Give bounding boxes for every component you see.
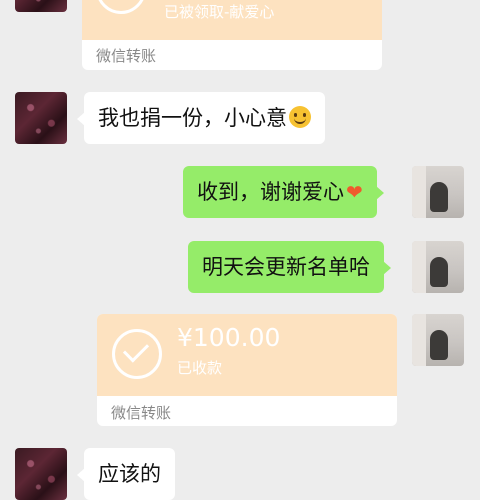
transfer-card[interactable]: 已被领取-献爱心 微信转账 — [82, 0, 382, 70]
message-bubble[interactable]: 收到，谢谢爱心 ❤ — [183, 166, 384, 218]
avatar-left[interactable] — [15, 448, 67, 500]
message-bubble[interactable]: 应该的 — [77, 448, 175, 500]
message-text: 我也捐一份，小心意 — [98, 106, 287, 130]
transfer-status: 已被领取-献爱心 — [164, 3, 275, 21]
avatar-right[interactable] — [412, 241, 464, 293]
message-text: 应该的 — [98, 462, 161, 486]
message-text: 明天会更新名单哈 — [202, 255, 370, 279]
heart-icon: ❤ — [346, 180, 363, 204]
check-icon — [96, 0, 146, 14]
avatar-right[interactable] — [412, 314, 464, 366]
transfer-amount: ¥100.00 — [177, 323, 281, 352]
avatar-right[interactable] — [412, 166, 464, 218]
message-bubble[interactable]: 我也捐一份，小心意 — [77, 92, 325, 144]
transfer-status: 已收款 — [177, 359, 223, 377]
smiling-face-icon — [289, 106, 311, 128]
transfer-label: 微信转账 — [111, 404, 172, 422]
check-icon — [112, 329, 162, 379]
message-text: 收到，谢谢爱心 — [197, 180, 344, 204]
avatar-left[interactable] — [15, 0, 67, 12]
message-bubble[interactable]: 明天会更新名单哈 — [188, 241, 391, 293]
transfer-card[interactable]: ¥100.00 已收款 微信转账 — [97, 314, 397, 426]
transfer-label: 微信转账 — [96, 47, 157, 65]
avatar-left[interactable] — [15, 92, 67, 144]
